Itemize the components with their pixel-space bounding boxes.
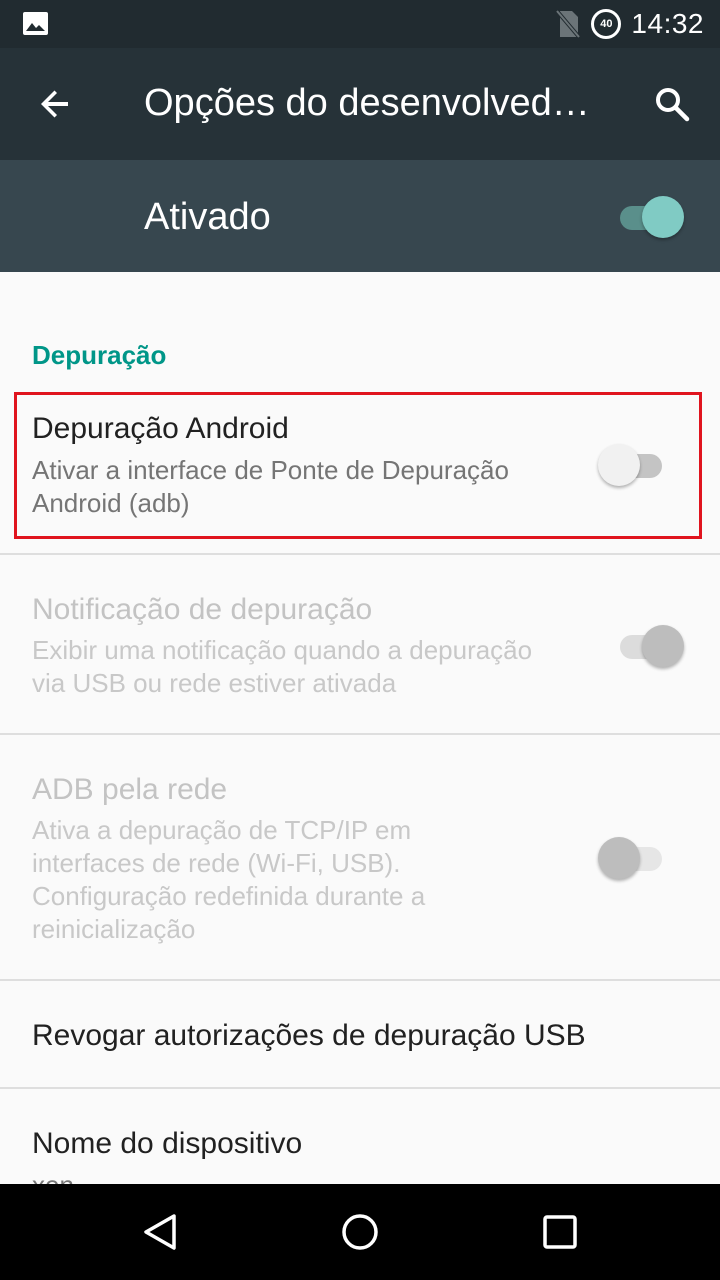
image-notification-icon bbox=[23, 12, 48, 35]
status-bar: 40 14:32 bbox=[0, 0, 720, 48]
switch-thumb bbox=[598, 837, 640, 879]
debug-notification-toggle[interactable] bbox=[612, 621, 684, 669]
nav-home-button[interactable] bbox=[328, 1200, 392, 1264]
pref-title: Notificação de depuração bbox=[32, 593, 373, 626]
master-switch-bar[interactable]: Ativado bbox=[0, 160, 720, 272]
nav-recents-button[interactable] bbox=[528, 1200, 592, 1264]
pref-summary: Ativar a interface de Ponte de Depuração… bbox=[32, 455, 509, 518]
recents-square-icon bbox=[543, 1215, 577, 1249]
pref-title: Depuração Android bbox=[32, 412, 289, 445]
pref-title: ADB pela rede bbox=[32, 773, 228, 806]
switch-thumb bbox=[642, 196, 684, 238]
pref-title: Revogar autorizações de depuração USB bbox=[32, 1019, 586, 1052]
pref-adb-over-network[interactable]: ADB pela rede Ativa a depuração de TCP/I… bbox=[0, 735, 720, 979]
master-switch-label: Ativado bbox=[144, 196, 271, 238]
battery-saver-icon: 40 bbox=[591, 9, 622, 39]
pref-revoke-usb-authorizations[interactable]: Revogar autorizações de depuração USB bbox=[0, 981, 720, 1087]
adb-over-network-toggle[interactable] bbox=[598, 833, 670, 881]
usb-debugging-toggle[interactable] bbox=[598, 440, 670, 488]
navigation-bar bbox=[0, 1184, 720, 1280]
pref-usb-debugging[interactable]: Depuração Android Ativar a interface de … bbox=[0, 392, 720, 552]
section-header: Depuração bbox=[32, 340, 167, 370]
no-sim-icon bbox=[555, 9, 581, 39]
pref-summary: xen bbox=[32, 1169, 572, 1184]
pref-device-name[interactable]: Nome do dispositivo xen bbox=[0, 1089, 720, 1184]
search-button[interactable] bbox=[644, 76, 700, 132]
search-icon bbox=[656, 88, 690, 122]
pref-title: Nome do dispositivo bbox=[32, 1127, 303, 1160]
home-circle-icon bbox=[342, 1214, 378, 1250]
switch-thumb bbox=[642, 625, 684, 667]
master-toggle[interactable] bbox=[612, 192, 684, 240]
pref-summary: Ativa a depuração de TCP/IP em interface… bbox=[32, 815, 426, 944]
switch-thumb bbox=[598, 444, 640, 486]
app-bar: Opções do desenvolved… bbox=[0, 48, 720, 160]
pref-debug-notification[interactable]: Notificação de depuração Exibir uma noti… bbox=[0, 555, 720, 733]
page-title: Opções do desenvolved… bbox=[144, 82, 590, 124]
back-arrow-icon bbox=[41, 90, 68, 118]
nav-back-button[interactable] bbox=[128, 1200, 192, 1264]
pref-summary: Exibir uma notificação quando a depuraçã… bbox=[32, 635, 533, 698]
back-triangle-icon bbox=[144, 1214, 176, 1250]
clock: 14:32 bbox=[631, 8, 704, 39]
back-button[interactable] bbox=[28, 76, 84, 132]
